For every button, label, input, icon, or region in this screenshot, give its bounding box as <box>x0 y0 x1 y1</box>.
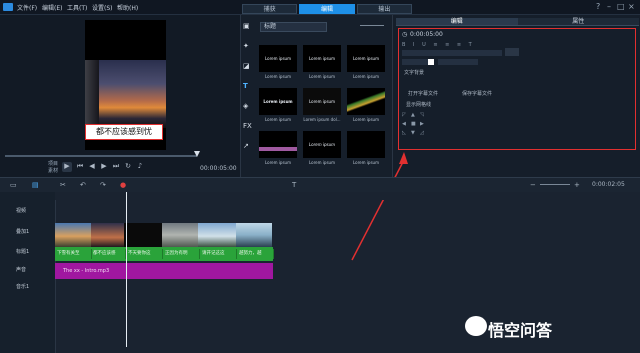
timeline-view-icon[interactable]: ▤ <box>32 181 39 189</box>
play-icon[interactable]: ▶ <box>62 162 72 172</box>
window-frame-image <box>85 60 99 128</box>
app-logo-icon <box>3 3 13 11</box>
prev-frame-icon[interactable]: ◀ <box>88 162 96 170</box>
track-label-overlay: 叠加1 <box>16 229 30 235</box>
minimize-icon[interactable]: – <box>607 2 611 11</box>
track-label-music: 音乐1 <box>16 284 30 290</box>
video-clip[interactable] <box>236 223 272 247</box>
track-label-video: 视频 <box>16 208 27 214</box>
timeline-ruler[interactable] <box>55 192 640 200</box>
help-icon[interactable]: ? <box>596 2 600 11</box>
tab-edit[interactable]: 编辑 <box>299 4 355 14</box>
title-thumbnail[interactable]: Lorem ipsum Lorem ipsum <box>259 88 297 122</box>
redo-icon[interactable]: ↷ <box>100 181 106 189</box>
title-tool-icon[interactable]: T <box>292 181 296 189</box>
project-mode[interactable]: 项目 <box>48 160 58 167</box>
graphic-icon[interactable]: ◈ <box>243 102 255 110</box>
highlight-box <box>398 28 636 150</box>
track-label-title: 标题1 <box>16 249 30 255</box>
timeline-playhead[interactable] <box>126 192 127 347</box>
menu-edit[interactable]: 编辑(E) <box>42 3 62 12</box>
tab-share[interactable]: 输出 <box>356 4 412 14</box>
subtitle-text[interactable]: 都不应该感到忧 <box>85 124 163 140</box>
preview-timecode[interactable]: 00:00:05:00 <box>200 165 237 172</box>
zoom-out-icon[interactable]: − <box>530 181 536 189</box>
track-label-voice: 声音 <box>16 267 27 273</box>
zoom-in-icon[interactable]: + <box>574 181 580 189</box>
tab-attributes[interactable]: 属性 <box>517 18 639 26</box>
library-category-select[interactable]: 标题 <box>260 22 327 32</box>
volume-icon[interactable]: ♪ <box>136 162 144 170</box>
next-frame-icon[interactable]: ▶ <box>100 162 108 170</box>
title-thumbnail[interactable]: Lorem ipsum Lorem ipsum dol... <box>303 88 341 122</box>
undo-icon[interactable]: ↶ <box>80 181 86 189</box>
repeat-icon[interactable]: ↻ <box>124 162 132 170</box>
tab-capture[interactable]: 捕获 <box>242 4 298 14</box>
thumbnail-size-slider[interactable] <box>360 25 384 26</box>
options-tabs: 编辑 属性 <box>396 18 639 26</box>
menu-tools[interactable]: 工具(T) <box>67 3 87 12</box>
track-headers <box>0 192 56 353</box>
close-icon[interactable]: × <box>628 2 635 11</box>
title-clip[interactable]: 正因为有明 <box>163 249 200 259</box>
title-thumbnails: Lorem ipsum Lorem ipsum Lorem ipsum Lorem … <box>259 45 389 165</box>
workspace-tabs: 捕获 编辑 输出 <box>242 4 412 14</box>
title-icon[interactable]: T <box>243 82 255 90</box>
title-thumbnail[interactable]: Lorem ipsum Lorem ipsum <box>303 131 341 165</box>
title-clip[interactable]: 下雪有关至 <box>55 249 92 259</box>
title-clip[interactable]: 请开记这这 <box>200 249 237 259</box>
fx-icon[interactable]: FX <box>243 122 255 130</box>
clip-mode[interactable]: 素材 <box>48 167 58 174</box>
transport-controls: ▶ ⏮ ◀ ▶ ⏭ ↻ ♪ <box>62 162 144 172</box>
menu-settings[interactable]: 设置(S) <box>92 3 113 12</box>
title-thumbnail[interactable]: Lorem ipsum Lorem ipsum <box>303 45 341 79</box>
video-track <box>55 223 272 247</box>
title-thumbnail[interactable]: Lorem ipsum Lorem ipsum <box>347 45 385 79</box>
title-clip[interactable]: 都不应该感 <box>91 249 126 259</box>
instant-project-icon[interactable]: ✦ <box>243 42 255 50</box>
watermark-text: 悟空问答 <box>488 321 553 340</box>
record-icon[interactable]: ● <box>120 181 126 189</box>
storyboard-view-icon[interactable]: ▭ <box>10 181 17 189</box>
video-clip[interactable] <box>162 223 198 247</box>
tab-edit-options[interactable]: 编辑 <box>396 18 518 26</box>
transition-icon[interactable]: ◪ <box>243 62 255 70</box>
zoom-slider[interactable] <box>540 184 570 185</box>
timeline-timecode[interactable]: 0:00:02:05 <box>592 181 625 188</box>
title-thumbnail[interactable]: Lorem ipsum <box>259 131 297 165</box>
tools-icon[interactable]: ✂ <box>60 181 66 189</box>
path-icon[interactable]: ↗ <box>243 142 255 150</box>
maximize-icon[interactable]: □ <box>617 2 625 11</box>
music-clip[interactable]: The xx - Intro.mp3 <box>55 263 273 279</box>
title-thumbnail[interactable]: Lorem ipsum Lorem ipsum <box>259 45 297 79</box>
title-track: 下雪有关至 都不应该感 不天要你这 正因为有明 请开记这这 越努力，越 <box>55 247 274 261</box>
watermark-logo-icon <box>465 316 487 336</box>
scrubber-bar[interactable] <box>5 155 197 157</box>
video-clip[interactable] <box>198 223 236 247</box>
menu-help[interactable]: 帮助(H) <box>117 3 138 12</box>
scrubber-handle[interactable] <box>194 151 200 157</box>
home-icon[interactable]: ⏮ <box>76 162 84 170</box>
title-clip[interactable]: 越努力，越 <box>237 249 274 259</box>
library-category-icons: ▣ ✦ ◪ T ◈ FX ↗ <box>243 22 255 150</box>
video-clip[interactable] <box>91 223 124 247</box>
video-clip[interactable] <box>55 223 91 247</box>
video-clip[interactable] <box>124 223 162 247</box>
title-clip[interactable]: 不天要你这 <box>126 249 163 259</box>
media-icon[interactable]: ▣ <box>243 22 255 30</box>
menu-file[interactable]: 文件(F) <box>17 3 37 12</box>
timeline-toolbar <box>0 177 640 193</box>
title-thumbnail[interactable]: Lorem ipsum <box>347 131 385 165</box>
end-icon[interactable]: ⏭ <box>112 162 120 170</box>
title-thumbnail[interactable]: Lorem ipsum <box>347 88 385 122</box>
